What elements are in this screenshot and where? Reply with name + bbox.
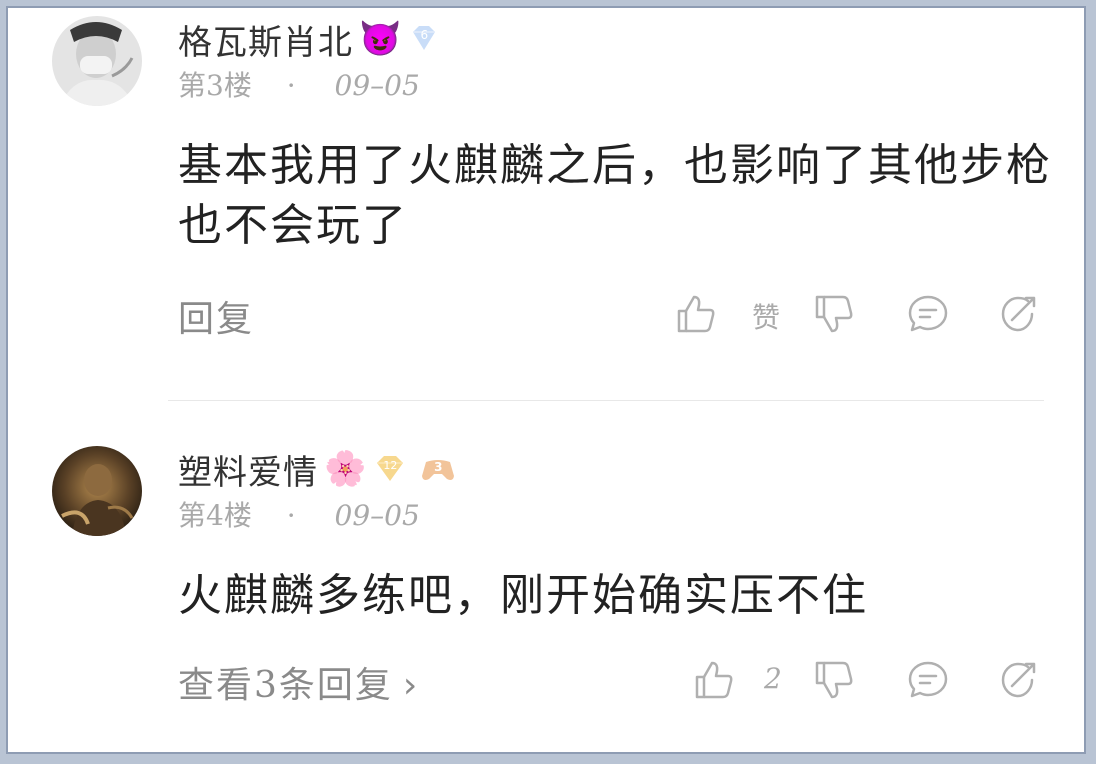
fan-badge: 3 [418, 452, 458, 486]
devil-emoji-icon: 😈 [359, 19, 402, 59]
thumbs-down-icon[interactable] [812, 658, 856, 702]
cherry-blossom-emoji-icon: 🌸 [324, 449, 367, 489]
fan-badge-number: 3 [434, 460, 443, 474]
comment-actions: 查看3条回复 › 2 [8, 656, 1084, 706]
thumbs-up-icon[interactable] [692, 658, 736, 702]
user-header: 格瓦斯肖北 😈 6 [178, 15, 441, 64]
view-replies-button[interactable]: 查看3条回复 › [178, 656, 419, 708]
reply-button[interactable]: 回复 [178, 290, 254, 342]
username[interactable]: 塑料爱情 [178, 445, 318, 494]
comment-divider [168, 400, 1044, 401]
comment-bubble-icon[interactable] [906, 292, 950, 336]
comment-text: 火麒麟多练吧，刚开始确实压不住 [178, 570, 868, 621]
avatar[interactable] [52, 446, 142, 536]
meta-separator: · [286, 499, 296, 532]
like-count: 2 [764, 662, 782, 695]
avatar[interactable] [52, 16, 142, 106]
post-date: 09–05 [334, 69, 420, 102]
thumbs-up-icon[interactable] [674, 292, 718, 336]
chevron-right-icon: › [402, 665, 420, 706]
comment-list: 格瓦斯肖北 😈 6 第3楼 · 09–05 基本我用了火麒麟之后，也影响了其他步… [6, 6, 1086, 754]
post-date: 09–05 [334, 499, 420, 532]
comment-actions: 回复 赞 [8, 290, 1084, 340]
comment-text: 基本我用了火麒麟之后，也影响了其他步枪也不会玩了 [178, 140, 1052, 251]
floor-number: 第4楼 [178, 499, 252, 532]
comment-meta: 第4楼 · 09–05 [178, 494, 420, 534]
comment-bubble-icon[interactable] [906, 658, 950, 702]
level-badge: 6 [407, 22, 441, 56]
share-icon[interactable] [998, 292, 1042, 336]
level-number: 12 [383, 459, 398, 472]
share-icon[interactable] [998, 658, 1042, 702]
view-replies-label: 查看3条回复 [178, 665, 393, 706]
thumbs-down-icon[interactable] [812, 292, 856, 336]
meta-separator: · [286, 69, 296, 102]
comment-meta: 第3楼 · 09–05 [178, 64, 420, 104]
floor-number: 第3楼 [178, 69, 252, 102]
like-label: 赞 [752, 301, 781, 334]
level-number: 6 [420, 28, 429, 42]
user-header: 塑料爱情 🌸 12 3 [178, 445, 458, 494]
level-badge: 12 [372, 452, 408, 486]
username[interactable]: 格瓦斯肖北 [178, 15, 353, 64]
